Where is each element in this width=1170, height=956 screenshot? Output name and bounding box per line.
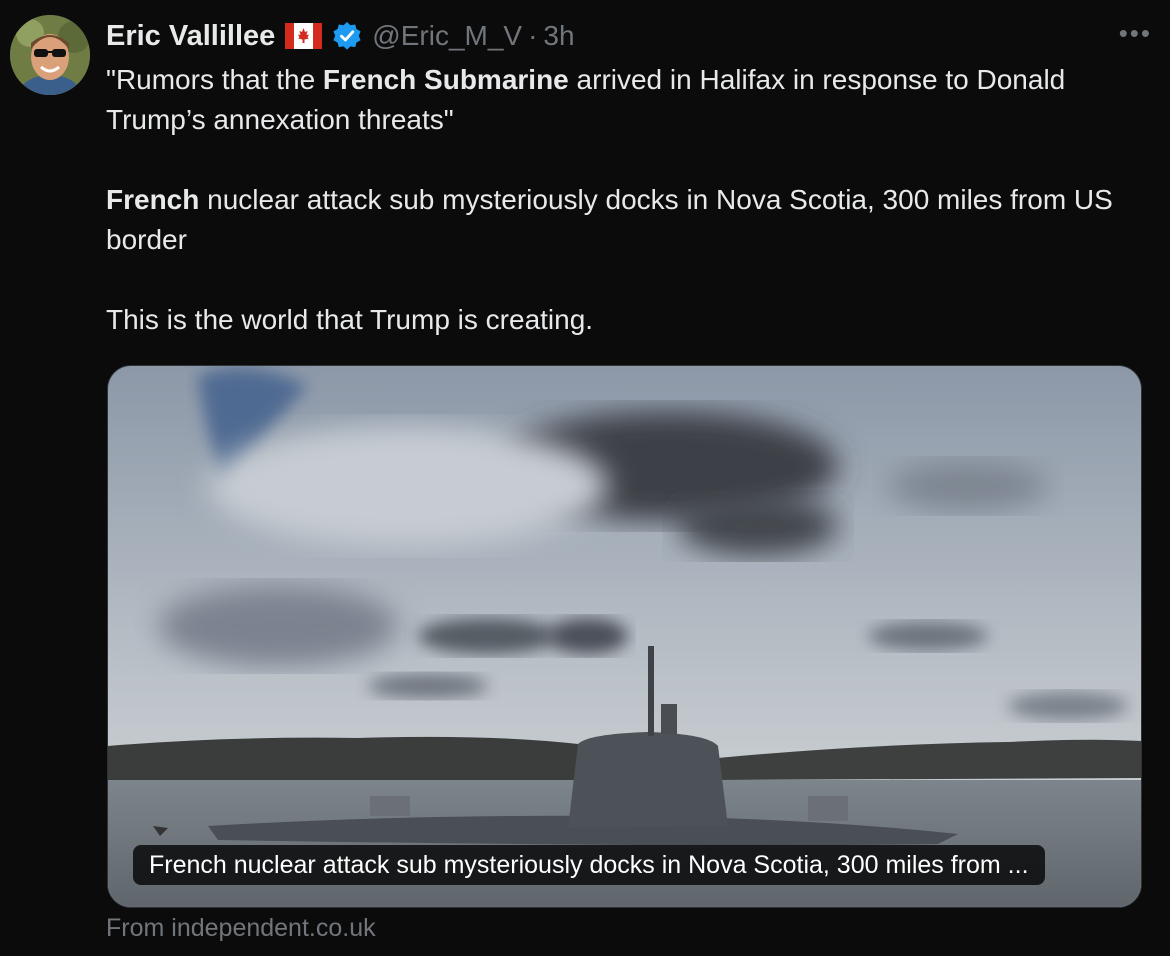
text-segment: "Rumors that the <box>106 64 323 95</box>
tweet-paragraph: "Rumors that the French Submarine arrive… <box>106 60 1146 140</box>
verified-badge-icon[interactable] <box>332 21 362 51</box>
tweet-header: Eric Vallillee @Eric_M_V · 3h <box>106 16 575 56</box>
card-caption[interactable]: French nuclear attack sub mysteriously d… <box>133 845 1045 885</box>
tweet-paragraph: French nuclear attack sub mysteriously d… <box>106 180 1146 260</box>
more-options-icon[interactable]: ••• <box>1119 18 1152 49</box>
separator-dot: · <box>528 20 538 51</box>
author-name[interactable]: Eric Vallillee <box>106 20 275 53</box>
tweet-paragraph: This is the world that Trump is creating… <box>106 300 1146 340</box>
text-segment: This is the world that Trump is creating… <box>106 304 594 335</box>
text-segment-bold: French Submarine <box>322 64 569 95</box>
card-image <box>108 366 1141 907</box>
text-segment-bold: French <box>106 184 200 215</box>
timestamp[interactable]: 3h <box>543 20 574 52</box>
avatar[interactable] <box>10 15 90 95</box>
link-card[interactable]: French nuclear attack sub mysteriously d… <box>107 365 1142 908</box>
card-source[interactable]: From independent.co.uk <box>106 914 376 943</box>
tweet-text: "Rumors that the French Submarine arrive… <box>106 60 1146 340</box>
canada-flag-icon <box>285 23 323 49</box>
text-segment: nuclear attack sub mysteriously docks in… <box>106 184 1113 255</box>
author-handle[interactable]: @Eric_M_V <box>372 20 522 52</box>
